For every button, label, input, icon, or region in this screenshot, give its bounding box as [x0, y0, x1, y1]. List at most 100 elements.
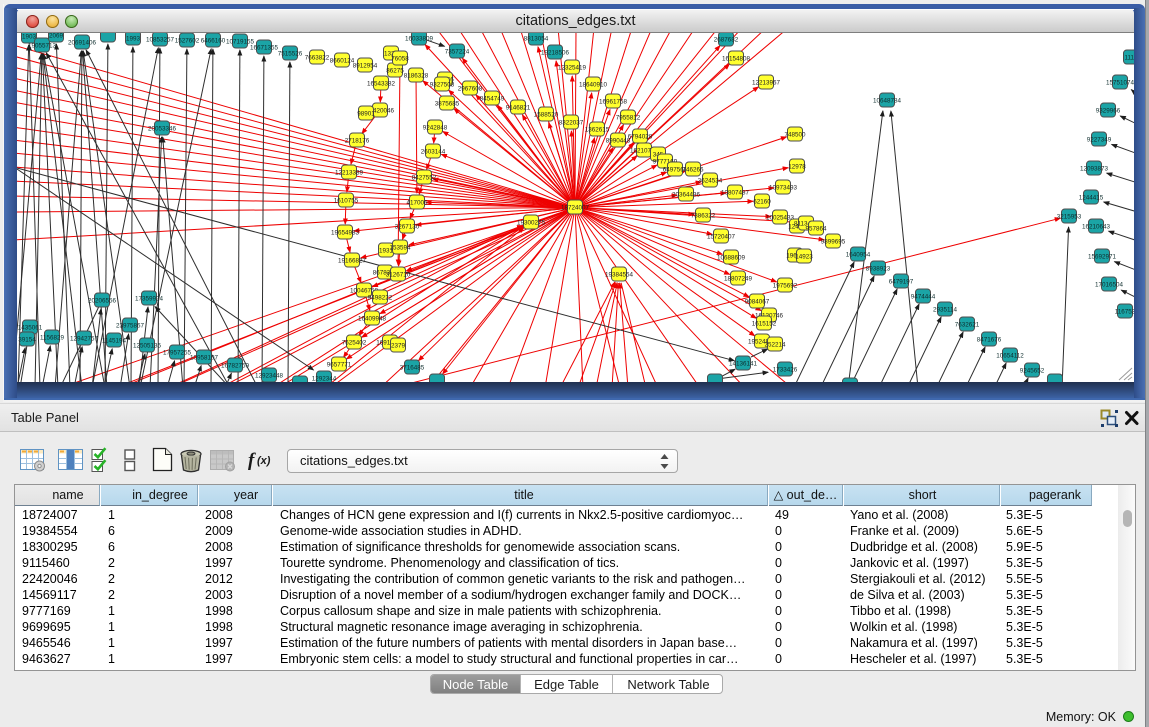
svg-text:16671355: 16671355	[250, 44, 279, 51]
svg-text:12093873: 12093873	[1080, 165, 1109, 172]
svg-text:19384554: 19384554	[605, 271, 634, 278]
svg-text:19218506: 19218506	[541, 49, 570, 56]
svg-text:f: f	[248, 450, 256, 471]
svg-text:8471676: 8471676	[977, 336, 1002, 343]
svg-text:76058: 76058	[391, 55, 409, 62]
svg-text:86275: 86275	[386, 67, 404, 74]
svg-text:1244415: 1244415	[1079, 194, 1104, 201]
svg-text:3875685: 3875685	[435, 100, 460, 107]
svg-text:39154: 39154	[18, 336, 36, 343]
svg-text:3126710: 3126710	[386, 271, 411, 278]
svg-text:17016504: 17016504	[1095, 281, 1124, 288]
svg-text:7632621: 7632621	[955, 321, 980, 328]
svg-text:3267130: 3267130	[395, 223, 420, 230]
svg-text:1362615: 1362615	[585, 126, 610, 133]
svg-text:62160: 62160	[753, 198, 771, 205]
svg-text:2379: 2379	[391, 342, 406, 349]
svg-text:1145194: 1145194	[102, 337, 127, 344]
svg-text:9899695: 9899695	[821, 238, 846, 245]
svg-text:10853257: 10853257	[146, 36, 175, 43]
svg-text:9329966: 9329966	[1096, 107, 1121, 114]
svg-text:6794028: 6794028	[628, 133, 653, 140]
svg-text:10973493: 10973493	[769, 184, 798, 191]
svg-text:20053346: 20053346	[148, 125, 177, 132]
svg-text:6479197: 6479197	[889, 278, 914, 285]
svg-text:1527602: 1527602	[175, 37, 200, 44]
svg-text:2718176: 2718176	[345, 137, 370, 144]
svg-text:19166827: 19166827	[338, 257, 367, 264]
svg-text:20364436: 20364436	[672, 191, 701, 198]
svg-text:8322037: 8322037	[559, 119, 584, 126]
svg-text:2687682: 2687682	[714, 36, 739, 43]
svg-text:748500: 748500	[784, 131, 806, 138]
svg-text:1993: 1993	[126, 35, 141, 42]
svg-text:16961758: 16961758	[599, 98, 628, 105]
svg-text:10807487: 10807487	[721, 189, 750, 196]
svg-text:6466160: 6466160	[201, 37, 226, 44]
svg-text:7357224: 7357224	[445, 48, 470, 55]
svg-text:18807249: 18807249	[724, 275, 753, 282]
svg-text:1292344: 1292344	[312, 375, 337, 382]
svg-text:957864: 957864	[805, 225, 827, 232]
svg-text:2967608: 2967608	[458, 85, 483, 92]
svg-text:8938923: 8938923	[866, 265, 891, 272]
svg-text:10648784: 10648784	[873, 97, 902, 104]
svg-text:1156829: 1156829	[40, 334, 65, 341]
svg-text:23975867: 23975867	[116, 322, 145, 329]
svg-text:9245652: 9245652	[1020, 367, 1045, 374]
svg-text:3215953: 3215953	[1057, 213, 1082, 220]
svg-text:16409948: 16409948	[358, 315, 387, 322]
svg-text:8912954: 8912954	[353, 62, 378, 69]
svg-text:16543382: 16543382	[367, 80, 396, 87]
svg-text:12505135: 12505135	[133, 342, 162, 349]
svg-text:9474444: 9474444	[911, 293, 936, 300]
svg-text:116753: 116753	[1115, 308, 1134, 315]
svg-text:19055713: 19055713	[28, 42, 57, 49]
svg-text:8186328: 8186328	[404, 72, 429, 79]
svg-text:15692971: 15692971	[1088, 253, 1117, 260]
svg-text:8813054: 8813054	[524, 35, 549, 42]
svg-text:9242848: 9242848	[423, 124, 448, 131]
svg-text:1588520: 1588520	[534, 111, 559, 118]
svg-text:20206556: 20206556	[88, 297, 117, 304]
svg-text:3716485: 3716485	[400, 364, 425, 371]
svg-text:9146821: 9146821	[506, 104, 531, 111]
svg-text:7955812: 7955812	[616, 114, 641, 121]
svg-text:10654112: 10654112	[996, 352, 1024, 359]
svg-text:16210643: 16210643	[1082, 223, 1111, 230]
svg-text:9498222: 9498222	[368, 294, 393, 301]
svg-text:417006: 417006	[406, 199, 428, 206]
svg-text:19300275: 19300275	[517, 219, 546, 226]
svg-text:16782759: 16782759	[221, 362, 250, 369]
svg-text:98901: 98901	[357, 110, 375, 117]
svg-text:1733426: 1733426	[773, 366, 798, 373]
svg-text:15720407: 15720407	[707, 233, 736, 240]
svg-text:7663822: 7663822	[305, 54, 330, 61]
svg-text:15751074: 15751074	[1106, 79, 1134, 86]
svg-text:14136141: 14136141	[729, 360, 758, 367]
svg-text:1435061: 1435061	[18, 324, 43, 331]
svg-text:8660124: 8660124	[330, 57, 355, 64]
svg-text:12213389: 12213389	[335, 169, 364, 176]
svg-text:1640954: 1640954	[846, 251, 871, 258]
svg-text:1615152: 1615152	[752, 320, 777, 327]
svg-text:3624534: 3624534	[698, 177, 723, 184]
svg-text:18640910: 18640910	[579, 81, 608, 88]
svg-text:18724007: 18724007	[561, 204, 590, 211]
svg-text:20691406: 20691406	[68, 39, 97, 46]
svg-text:12923448: 12923448	[255, 372, 284, 379]
svg-text:9327508: 9327508	[430, 81, 455, 88]
svg-text:1975692: 1975692	[773, 282, 798, 289]
svg-text:12942757: 12942757	[70, 335, 99, 342]
svg-text:2603144: 2603144	[421, 148, 446, 155]
svg-text:7386322: 7386322	[691, 212, 716, 219]
svg-text:1610755: 1610755	[334, 197, 359, 204]
svg-text:16033809: 16033809	[405, 35, 434, 42]
svg-text:17359924: 17359924	[135, 295, 164, 302]
svg-text:9657771: 9657771	[327, 361, 352, 368]
svg-text:(x): (x)	[257, 455, 271, 467]
svg-text:153594: 153594	[389, 244, 411, 251]
svg-text:2069: 2069	[49, 33, 64, 39]
svg-text:19654983: 19654983	[331, 229, 360, 236]
svg-text:12325419: 12325419	[558, 64, 587, 71]
